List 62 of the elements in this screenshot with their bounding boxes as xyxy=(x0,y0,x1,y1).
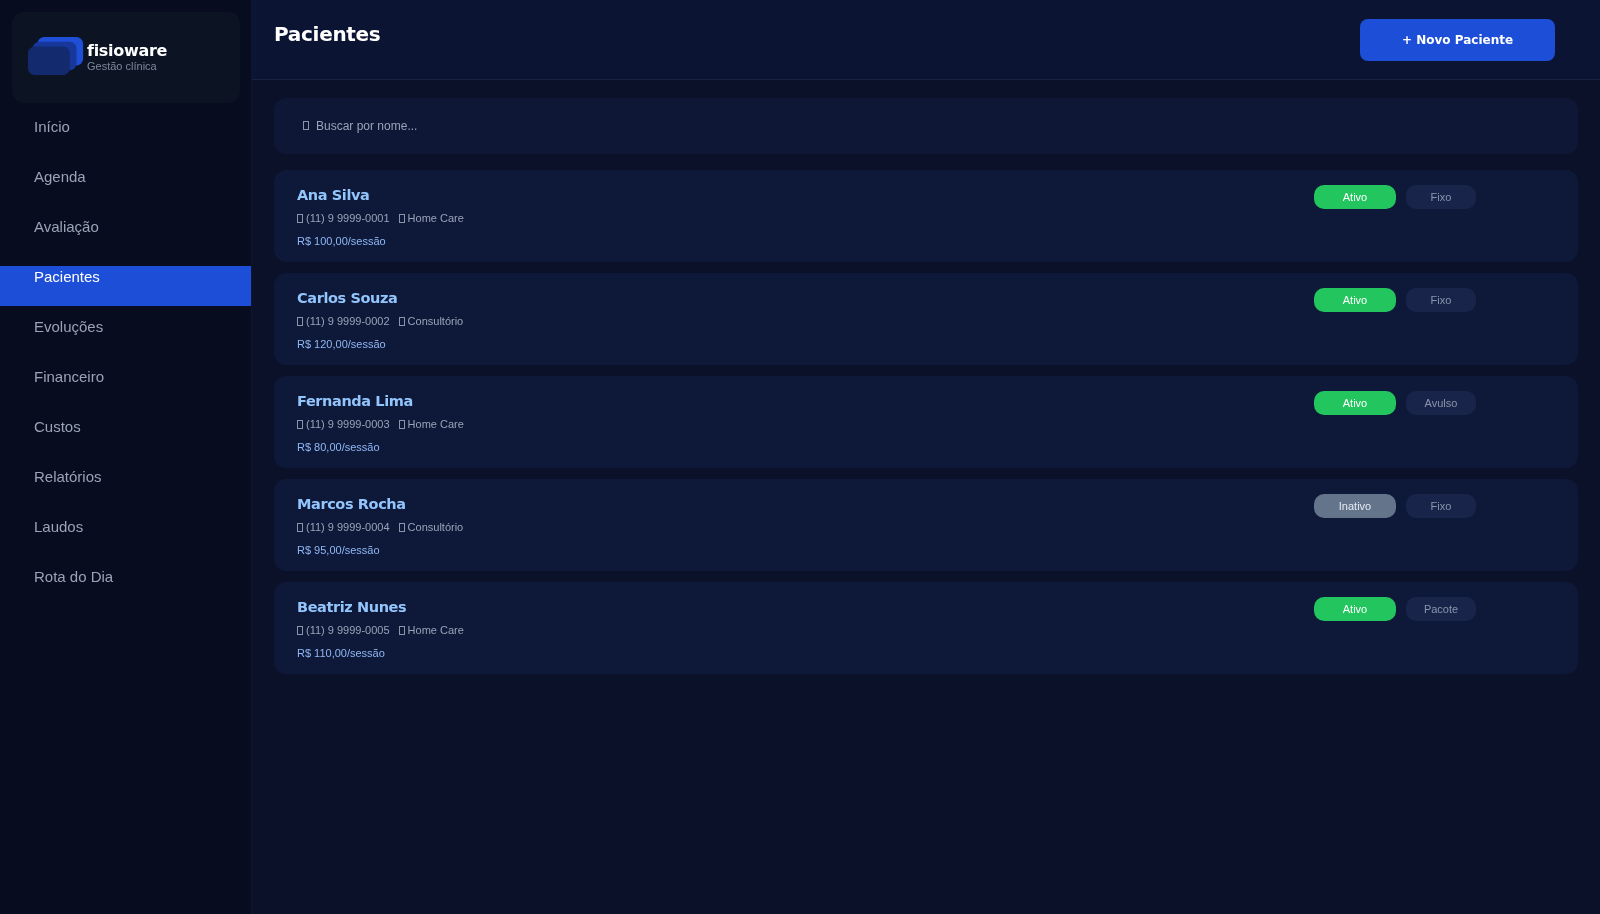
patient-card[interactable]: Marcos Rocha (11) 9 9999-0004 Consultório R$ 95,00/sessão Inativo Fixo xyxy=(274,479,1578,571)
status-badge: Ativo xyxy=(1314,288,1396,312)
plan-badge: Fixo xyxy=(1406,288,1476,312)
patient-card[interactable]: Fernanda Lima (11) 9 9999-0003 Home Care R$ 80,00/sessão Ativo Avulso xyxy=(274,376,1578,468)
sidebar-item[interactable]: Pacientes xyxy=(0,266,251,306)
page-title: Pacientes xyxy=(274,22,381,46)
search-field[interactable]: Buscar por nome... xyxy=(274,98,1578,154)
patient-name: Beatriz Nunes xyxy=(297,598,408,617)
session-price: R$ 100,00/sessão xyxy=(297,234,387,248)
sidebar-item[interactable]: Custos xyxy=(0,416,251,456)
stacked-cards-logo-icon xyxy=(28,36,85,75)
missing-glyph-icon xyxy=(398,419,405,429)
patient-name: Fernanda Lima xyxy=(297,392,414,411)
missing-glyph-icon xyxy=(297,522,303,532)
session-price: R$ 80,00/sessão xyxy=(297,440,381,454)
missing-glyph-icon xyxy=(398,625,405,635)
session-price: R$ 120,00/sessão xyxy=(297,337,387,351)
missing-glyph-icon xyxy=(398,213,405,223)
app-name: fisioware xyxy=(87,42,168,60)
patient-location: Home Care xyxy=(407,418,464,430)
patient-location: Home Care xyxy=(407,624,464,636)
plan-badge: Fixo xyxy=(1406,185,1476,209)
new-patient-button[interactable]: + Novo Paciente xyxy=(1360,19,1555,61)
patient-phone: (11) 9 9999-0005 xyxy=(306,624,390,636)
sidebar-item[interactable]: Agenda xyxy=(0,166,251,206)
patient-location: Consultório xyxy=(407,315,464,327)
sidebar-item[interactable]: Laudos xyxy=(0,516,251,556)
missing-glyph-icon xyxy=(297,213,303,223)
status-badge: Inativo xyxy=(1314,494,1396,518)
patient-name: Ana Silva xyxy=(297,186,371,205)
patient-phone: (11) 9 9999-0004 xyxy=(306,521,390,533)
patient-card[interactable]: Ana Silva (11) 9 9999-0001 Home Care R$ 100,00/sessão Ativo Fixo xyxy=(274,170,1578,262)
sidebar-item[interactable]: Evoluções xyxy=(0,316,251,356)
sidebar-item[interactable]: Financeiro xyxy=(0,366,251,406)
app-tagline: Gestão clínica xyxy=(87,60,158,73)
missing-glyph-icon xyxy=(398,522,405,532)
status-badge: Ativo xyxy=(1314,391,1396,415)
plan-badge: Pacote xyxy=(1406,597,1476,621)
plan-badge: Avulso xyxy=(1406,391,1476,415)
sidebar-item[interactable]: Relatórios xyxy=(0,466,251,506)
patient-card[interactable]: Carlos Souza (11) 9 9999-0002 Consultório R$ 120,00/sessão Ativo Fixo xyxy=(274,273,1578,365)
plan-badge: Fixo xyxy=(1406,494,1476,518)
patient-name: Marcos Rocha xyxy=(297,495,407,514)
patient-location: Home Care xyxy=(407,212,464,224)
missing-glyph-icon xyxy=(398,316,405,326)
patient-card[interactable]: Beatriz Nunes (11) 9 9999-0005 Home Care R$ 110,00/sessão Ativo Pacote xyxy=(274,582,1578,674)
patient-phone: (11) 9 9999-0002 xyxy=(306,315,390,327)
sidebar-item[interactable]: Avaliação xyxy=(0,216,251,256)
patient-location: Consultório xyxy=(407,521,464,533)
sidebar-item[interactable]: Rota do Dia xyxy=(0,566,251,606)
session-price: R$ 110,00/sessão xyxy=(297,646,386,660)
missing-glyph-icon xyxy=(297,625,303,635)
patient-phone: (11) 9 9999-0003 xyxy=(306,418,390,430)
missing-glyph-icon xyxy=(303,121,309,130)
patient-phone: (11) 9 9999-0001 xyxy=(306,212,390,224)
status-badge: Ativo xyxy=(1314,597,1396,621)
patient-name: Carlos Souza xyxy=(297,289,399,308)
missing-glyph-icon xyxy=(297,316,303,326)
status-badge: Ativo xyxy=(1314,185,1396,209)
session-price: R$ 95,00/sessão xyxy=(297,543,381,557)
missing-glyph-icon xyxy=(297,419,303,429)
sidebar-item[interactable]: Início xyxy=(0,116,251,156)
